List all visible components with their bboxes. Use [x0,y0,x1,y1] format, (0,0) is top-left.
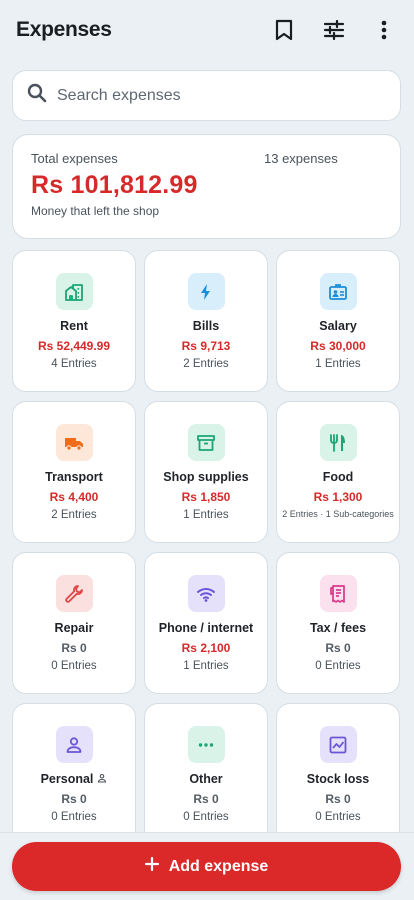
category-amount: Rs 1,300 [313,490,363,504]
total-amount: Rs 101,812.99 [31,171,198,199]
category-name-label: Phone / internet [158,621,254,635]
category-name-label: Other [189,772,223,786]
category-name-label: Food [322,470,354,484]
receipt-icon [319,575,357,612]
category-card-food[interactable]: Food Rs 1,300 2 Entries · 1 Sub-categories [276,401,400,543]
total-summary-card: Total expenses 13 expenses Rs 101,812.99… [12,134,401,239]
category-amount: Rs 1,850 [181,490,231,504]
category-name: Repair [55,621,94,635]
category-card-transport[interactable]: Transport Rs 4,400 2 Entries [12,401,136,543]
category-name-label: Bills [192,319,220,333]
category-name-label: Shop supplies [163,470,249,484]
dots-icon [187,726,225,763]
category-name: Stock loss [307,772,370,786]
category-name: Rent [60,319,88,333]
category-entries: 1 Entries [183,509,229,521]
category-card-personal[interactable]: Personal Rs 0 0 Entries [12,703,136,845]
category-entries: 4 Entries [51,358,97,370]
plus-icon [144,856,159,876]
category-amount: Rs 0 [325,792,351,806]
filter-sliders-icon[interactable] [322,18,346,42]
category-name-label: Rent [60,319,88,333]
category-amount: Rs 4,400 [49,490,99,504]
category-card-shop-supplies[interactable]: Shop supplies Rs 1,850 1 Entries [144,401,268,543]
category-card-stock-loss[interactable]: Stock loss Rs 0 0 Entries [276,703,400,845]
id-badge-icon [319,273,357,310]
search-icon [27,83,47,108]
add-expense-button[interactable]: Add expense [12,842,401,891]
expense-count: 13 expenses [264,151,338,166]
add-expense-label: Add expense [168,857,269,875]
bookmark-icon[interactable] [272,18,296,42]
category-amount: Rs 2,100 [181,641,231,655]
app-bar: Expenses [0,0,414,60]
building-icon [55,273,93,310]
wifi-icon [187,575,225,612]
search-bar[interactable] [12,70,401,121]
category-amount: Rs 0 [193,792,219,806]
category-card-other[interactable]: Other Rs 0 0 Entries [144,703,268,845]
category-card-tax-fees[interactable]: Tax / fees Rs 0 0 Entries [276,552,400,694]
archive-box-icon [187,424,225,461]
page-title: Expenses [16,18,112,41]
category-entries: 1 Entries [183,660,229,672]
category-entries: 0 Entries [315,811,361,823]
category-card-repair[interactable]: Repair Rs 0 0 Entries [12,552,136,694]
category-entries: 0 Entries [183,811,229,823]
category-name-label: Stock loss [306,772,370,786]
category-name-label: Personal [40,772,94,786]
category-amount: Rs 9,713 [181,339,231,353]
category-grid: Rent Rs 52,449.99 4 Entries Bills Rs 9,713 2 … [12,250,402,845]
category-amount: Rs 30,000 [310,339,366,353]
chart-icon [319,726,357,763]
category-entries: 1 Entries [315,358,361,370]
truck-icon [55,424,93,461]
category-name: Salary [319,319,357,333]
category-name-label: Tax / fees [309,621,367,635]
person-small-icon [97,772,107,786]
category-name: Food [323,470,354,484]
category-entries: 0 Entries [315,660,361,672]
category-name: Shop supplies [163,470,248,484]
total-subtitle: Money that left the shop [31,204,160,218]
category-card-bills[interactable]: Bills Rs 9,713 2 Entries [144,250,268,392]
category-name: Bills [193,319,219,333]
category-amount: Rs 0 [61,792,87,806]
search-input[interactable] [57,86,357,105]
category-name: Tax / fees [310,621,366,635]
category-entries: 2 Entries · 1 Sub-categories [282,509,394,519]
category-name: Personal [41,772,108,786]
category-card-rent[interactable]: Rent Rs 52,449.99 4 Entries [12,250,136,392]
category-name: Other [189,772,222,786]
category-card-salary[interactable]: Salary Rs 30,000 1 Entries [276,250,400,392]
person-icon [55,726,93,763]
category-name-label: Repair [54,621,94,635]
wrench-icon [55,575,93,612]
category-amount: Rs 0 [325,641,351,655]
bolt-icon [187,273,225,310]
category-entries: 2 Entries [51,509,97,521]
category-name: Phone / internet [159,621,253,635]
category-entries: 2 Entries [183,358,229,370]
category-name-label: Salary [319,319,357,333]
category-name-label: Transport [45,470,103,484]
utensils-icon [319,424,357,461]
category-amount: Rs 52,449.99 [37,339,111,353]
category-entries: 0 Entries [51,811,97,823]
category-amount: Rs 0 [61,641,87,655]
category-entries: 0 Entries [51,660,97,672]
category-card-phone-internet[interactable]: Phone / internet Rs 2,100 1 Entries [144,552,268,694]
category-name: Transport [45,470,103,484]
more-vertical-icon[interactable] [372,18,396,42]
